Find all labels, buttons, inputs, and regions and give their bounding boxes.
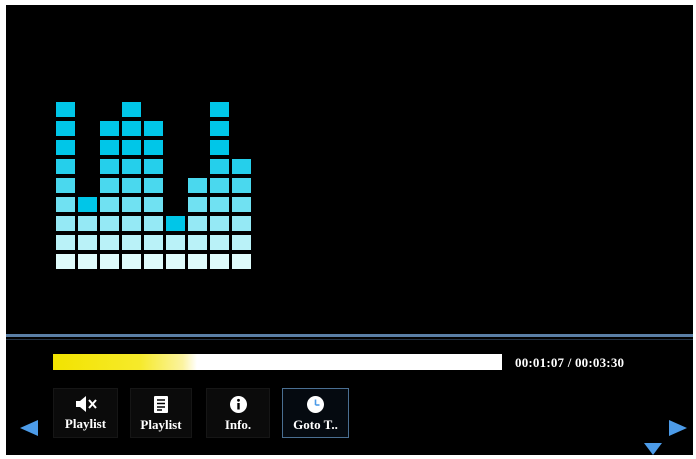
equalizer-block	[122, 102, 141, 117]
equalizer-block	[232, 254, 251, 269]
equalizer-block	[78, 254, 97, 269]
progress-fill	[53, 354, 197, 370]
down-arrow-icon[interactable]	[644, 443, 662, 455]
mute-icon	[75, 396, 97, 412]
equalizer-block	[144, 254, 163, 269]
equalizer-block	[232, 178, 251, 193]
equalizer-block	[144, 159, 163, 174]
equalizer-block	[100, 254, 119, 269]
equalizer-block	[188, 197, 207, 212]
equalizer-block	[144, 235, 163, 250]
equalizer-block	[122, 178, 141, 193]
info-label: Info.	[224, 417, 252, 432]
mute-playlist-label: Playlist	[64, 416, 107, 431]
equalizer-block	[210, 254, 229, 269]
equalizer-block	[56, 102, 75, 117]
equalizer-block	[188, 178, 207, 193]
equalizer-block	[78, 197, 97, 212]
equalizer-block	[56, 254, 75, 269]
equalizer-block	[232, 216, 251, 231]
mute-playlist-button[interactable]: Playlist	[53, 388, 118, 438]
progress-bar[interactable]	[53, 354, 502, 370]
time-display: 00:01:07 / 00:03:30	[515, 355, 625, 370]
equalizer-block	[210, 235, 229, 250]
equalizer-block	[188, 216, 207, 231]
divider-line-shadow	[6, 339, 693, 340]
equalizer-block	[232, 197, 251, 212]
goto-time-label: Goto T..	[293, 417, 338, 432]
equalizer-block	[56, 197, 75, 212]
equalizer-block	[100, 216, 119, 231]
equalizer-block	[100, 197, 119, 212]
equalizer-block	[166, 235, 185, 250]
equalizer-block	[144, 216, 163, 231]
equalizer-block	[56, 216, 75, 231]
clock-icon	[307, 396, 324, 413]
equalizer-block	[56, 159, 75, 174]
playlist-icon	[154, 396, 168, 413]
equalizer-block	[78, 235, 97, 250]
equalizer-block	[122, 140, 141, 155]
equalizer-block	[144, 197, 163, 212]
equalizer-block	[122, 235, 141, 250]
equalizer-block	[232, 235, 251, 250]
equalizer-block	[122, 159, 141, 174]
divider-line	[6, 334, 693, 337]
equalizer-block	[56, 121, 75, 136]
equalizer-block	[210, 216, 229, 231]
equalizer-block	[100, 140, 119, 155]
equalizer-block	[144, 121, 163, 136]
left-arrow-icon[interactable]	[20, 420, 38, 436]
playlist-button[interactable]: Playlist	[130, 388, 192, 438]
equalizer-block	[100, 235, 119, 250]
equalizer-block	[210, 197, 229, 212]
equalizer-block	[56, 178, 75, 193]
audio-equalizer	[56, 102, 251, 269]
equalizer-block	[210, 102, 229, 117]
equalizer-block	[166, 254, 185, 269]
equalizer-block	[210, 140, 229, 155]
equalizer-block	[122, 254, 141, 269]
equalizer-block	[144, 140, 163, 155]
right-arrow-icon[interactable]	[669, 420, 687, 436]
info-icon	[229, 396, 247, 413]
equalizer-block	[56, 235, 75, 250]
equalizer-block	[210, 178, 229, 193]
equalizer-block	[122, 197, 141, 212]
equalizer-block	[210, 121, 229, 136]
equalizer-block	[188, 235, 207, 250]
playlist-label: Playlist	[140, 417, 182, 432]
player-screen: 00:01:07 / 00:03:30 Playlist Playlist In…	[6, 5, 693, 455]
equalizer-block	[144, 178, 163, 193]
equalizer-block	[210, 159, 229, 174]
equalizer-block	[100, 121, 119, 136]
equalizer-block	[122, 216, 141, 231]
equalizer-block	[100, 159, 119, 174]
equalizer-block	[188, 254, 207, 269]
equalizer-block	[166, 216, 185, 231]
equalizer-block	[100, 178, 119, 193]
equalizer-block	[232, 159, 251, 174]
equalizer-block	[122, 121, 141, 136]
goto-time-button[interactable]: Goto T..	[282, 388, 349, 438]
info-button[interactable]: Info.	[206, 388, 270, 438]
equalizer-block	[56, 140, 75, 155]
equalizer-block	[78, 216, 97, 231]
